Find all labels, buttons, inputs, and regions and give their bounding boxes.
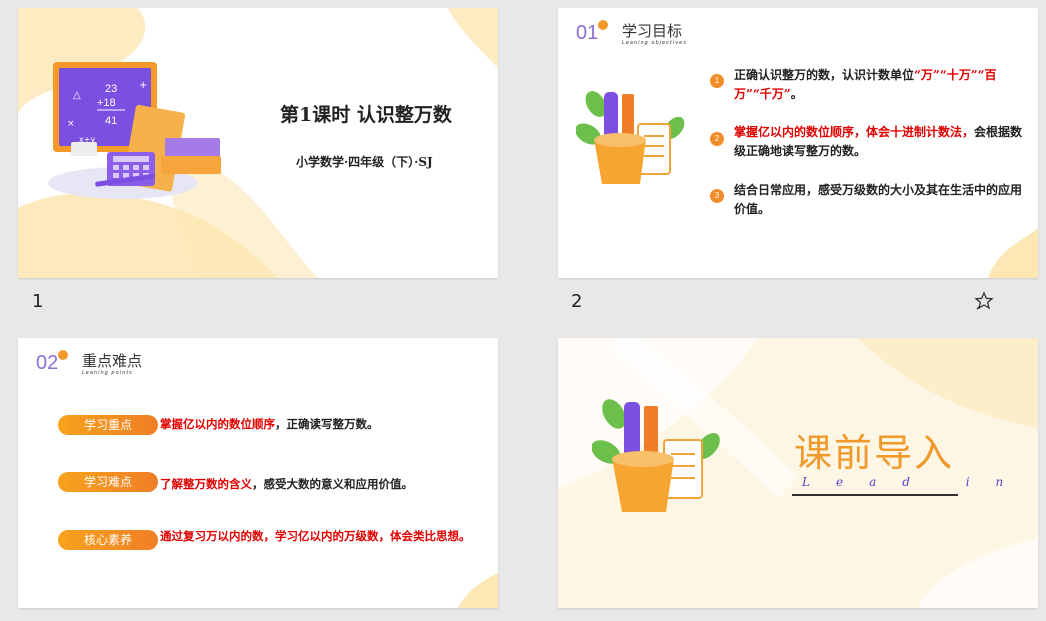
svg-text:23: 23 bbox=[105, 83, 117, 95]
svg-text:+: + bbox=[139, 80, 147, 91]
slide-1-thumbnail[interactable]: 23 +18 41 △ + × x+y 第1课时 认识整万数 小学数学·四年级（… bbox=[18, 8, 498, 278]
section-subtitle: Leaning points bbox=[82, 370, 133, 376]
objective-1-period: 。 bbox=[790, 87, 803, 101]
section-dot-icon bbox=[58, 350, 68, 360]
pencil-basket-illustration bbox=[592, 399, 720, 512]
objective-1-text: 正确认识整万的数，认识计数单位“万”“十万”“百万”“千万”。 bbox=[734, 66, 1024, 104]
section-title: 学习目标 bbox=[622, 22, 683, 40]
slide-3-thumbnail[interactable]: 02 重点难点 Leaning points 学习重点 掌握亿以内的数位顺序，正… bbox=[18, 338, 498, 608]
key-point-label: 学习重点 bbox=[58, 415, 158, 435]
svg-text:41: 41 bbox=[105, 115, 117, 127]
section-subtitle: Leaning objectives bbox=[622, 40, 687, 46]
objective-1-part-1: 正确认识整万的数，认识计数单位 bbox=[734, 68, 915, 82]
difficulty-black: ，感受大数的意义和应用价值。 bbox=[252, 477, 413, 491]
svg-text:△: △ bbox=[73, 90, 81, 101]
pencil-basket-illustration bbox=[576, 91, 685, 184]
section-dot-icon bbox=[598, 20, 608, 30]
title-underline bbox=[792, 494, 958, 496]
slide-number-2: 2 bbox=[571, 291, 583, 312]
key-point-text: 掌握亿以内的数位顺序，正确读写整万数。 bbox=[160, 416, 480, 433]
objective-2-badge: 2 bbox=[710, 132, 724, 146]
section-number: 01 bbox=[576, 22, 599, 44]
slide-sorter: 23 +18 41 △ + × x+y 第1课时 认识整万数 小学数学·四年级（… bbox=[0, 0, 1046, 621]
slide-1-subtitle: 小学数学·四年级（下）·SJ bbox=[296, 155, 433, 169]
key-point-red: 掌握亿以内的数位顺序 bbox=[160, 417, 275, 431]
slide-number-1: 1 bbox=[32, 291, 44, 312]
slide-2-thumbnail[interactable]: 01 学习目标 Leaning objectives 1 正确认识整万的数，认识… bbox=[558, 8, 1038, 278]
objective-3-text: 结合日常应用，感受万级数的大小及其在生活中的应用价值。 bbox=[734, 183, 1023, 216]
svg-text:×: × bbox=[67, 119, 75, 129]
star-icon[interactable] bbox=[974, 291, 994, 311]
difficulty-label: 学习难点 bbox=[58, 472, 158, 492]
objective-2-red: 掌握亿以内的数位顺序，体会十进制计数法， bbox=[734, 125, 975, 139]
core-literacy-label: 核心素养 bbox=[58, 530, 158, 550]
objective-1-badge: 1 bbox=[710, 74, 724, 88]
difficulty-red: 了解整万数的含义 bbox=[160, 477, 252, 491]
key-point-black: ，正确读写整万数。 bbox=[275, 417, 379, 431]
objective-3-badge: 3 bbox=[710, 189, 724, 203]
slide-4-title: 课前导入 bbox=[794, 431, 955, 475]
core-literacy-red: 通过复习万以内的数，学习亿以内的万级数，体会类比思想。 bbox=[160, 529, 471, 543]
section-number: 02 bbox=[36, 352, 59, 374]
chalkboard-illustration: 23 +18 41 △ + × x+y bbox=[48, 62, 221, 199]
slide-4-subtitle: Lead in bbox=[802, 475, 1030, 489]
slide-4-thumbnail[interactable]: 课前导入 Lead in bbox=[558, 338, 1038, 608]
slide-1-title: 第1课时 认识整万数 bbox=[280, 104, 452, 126]
difficulty-text: 了解整万数的含义，感受大数的意义和应用价值。 bbox=[160, 476, 480, 493]
core-literacy-text: 通过复习万以内的数，学习亿以内的万级数，体会类比思想。 bbox=[160, 528, 480, 545]
svg-text:+18: +18 bbox=[97, 97, 116, 109]
objective-2-text: 掌握亿以内的数位顺序，体会十进制计数法，会根据数级正确地读写整万的数。 bbox=[734, 123, 1024, 161]
section-title: 重点难点 bbox=[82, 352, 143, 370]
